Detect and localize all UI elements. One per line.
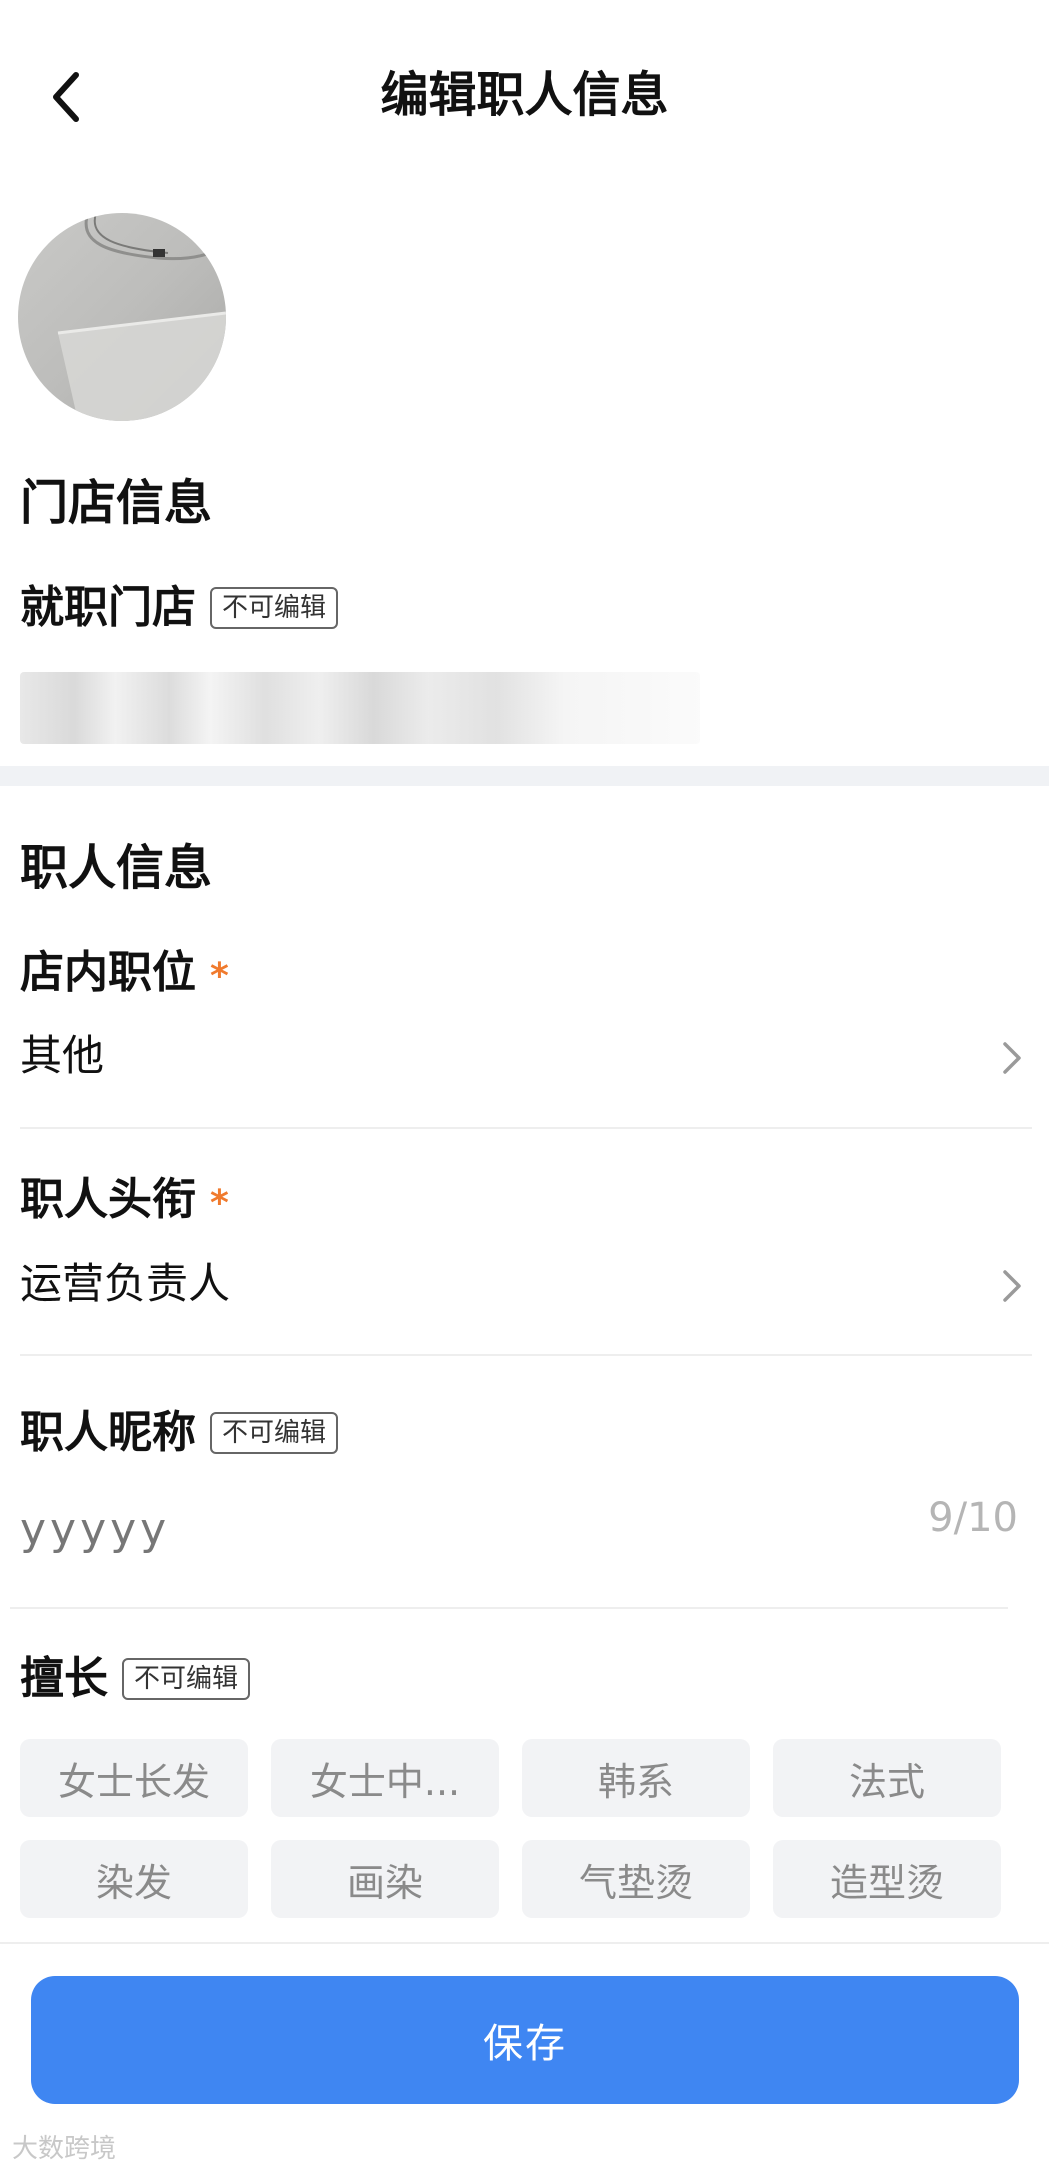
divider	[20, 1127, 1032, 1129]
chevron-right-icon	[1003, 1270, 1021, 1302]
skills-label: 擅长	[20, 1653, 108, 1704]
divider	[20, 1354, 1032, 1356]
store-value-blurred	[20, 672, 700, 744]
skill-chip: 造型烫	[773, 1840, 1001, 1918]
skill-chip: 气垫烫	[522, 1840, 750, 1918]
position-value: 其他	[20, 1031, 105, 1080]
avatar-image	[18, 213, 226, 421]
job-title-field-label: 职人头衔 *	[20, 1172, 229, 1228]
skill-chip: 染发	[20, 1840, 248, 1918]
skill-chip: 法式	[773, 1739, 1001, 1817]
position-select[interactable]: 其他	[0, 1020, 1049, 1096]
job-title-value: 运营负责人	[20, 1259, 231, 1308]
chevron-right-icon	[1003, 1042, 1021, 1074]
job-title-label: 职人头衔	[20, 1174, 196, 1225]
store-label: 就职门店	[20, 582, 196, 633]
nickname-input: yyyyy	[20, 1504, 171, 1555]
skill-chip: 画染	[271, 1840, 499, 1918]
chevron-left-icon	[53, 72, 79, 122]
back-button[interactable]	[40, 62, 90, 132]
required-marker: *	[210, 956, 229, 997]
required-marker: *	[210, 1183, 229, 1224]
skills-field-label: 擅长 不可编辑	[20, 1651, 251, 1707]
nickname-label: 职人昵称	[20, 1407, 196, 1458]
skill-chip: 韩系	[522, 1739, 750, 1817]
store-field-label: 就职门店 不可编辑	[20, 580, 339, 636]
job-title-select[interactable]: 运营负责人	[0, 1248, 1049, 1324]
watermark: 大数跨境	[12, 2134, 117, 2164]
position-field-label: 店内职位 *	[20, 945, 229, 1001]
worker-section-title: 职人信息	[20, 840, 213, 896]
skill-chip: 女士长发	[20, 1739, 248, 1817]
not-editable-badge: 不可编辑	[210, 1412, 339, 1454]
save-button[interactable]: 保存	[31, 1976, 1019, 2104]
position-label: 店内职位	[20, 947, 196, 998]
nickname-field-label: 职人昵称 不可编辑	[20, 1405, 339, 1461]
footer-divider	[0, 1942, 1049, 1944]
skill-chip: 女士中...	[271, 1739, 499, 1817]
not-editable-badge: 不可编辑	[122, 1658, 251, 1700]
page-title: 编辑职人信息	[380, 67, 669, 123]
not-editable-badge: 不可编辑	[210, 587, 339, 629]
section-divider	[0, 766, 1049, 786]
avatar[interactable]	[18, 213, 226, 421]
store-section-title: 门店信息	[20, 475, 213, 531]
divider	[10, 1607, 1008, 1609]
char-counter: 9/10	[928, 1495, 1018, 1541]
